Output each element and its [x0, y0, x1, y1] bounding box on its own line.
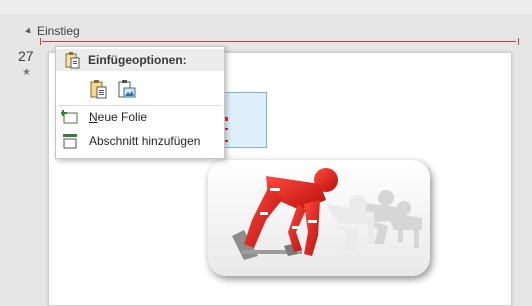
paste-keep-formatting-button[interactable] [88, 78, 110, 100]
paste-as-picture-button[interactable] [116, 78, 138, 100]
slide-picture [208, 160, 430, 276]
runners-illustration [208, 160, 430, 276]
menu-item-new-slide[interactable]: Neue Folie [56, 106, 224, 128]
paste-as-picture-icon [118, 80, 136, 98]
menu-item-add-section[interactable]: Abschnitt hinzufügen [56, 130, 224, 152]
context-menu: Einfügeoptionen: Neue Folie Abschnitt hi… [55, 46, 225, 159]
insertion-marker-line [42, 41, 516, 42]
menu-item-label: Neue Folie [89, 110, 148, 124]
paste-clipboard-icon [63, 51, 81, 69]
section-header[interactable]: Einstieg [25, 22, 80, 40]
top-strip [0, 0, 532, 14]
add-section-icon [61, 132, 79, 150]
paste-keep-formatting-icon [90, 80, 107, 99]
menu-item-label: Abschnitt hinzufügen [89, 134, 201, 148]
section-title: Einstieg [37, 24, 80, 38]
paste-options-row [88, 78, 138, 100]
collapse-triangle-icon[interactable] [25, 27, 33, 36]
slide-transition-star-icon: ★ [22, 67, 31, 78]
paste-options-header: Einfügeoptionen: [56, 49, 224, 71]
insertion-marker-right-tick [514, 38, 519, 45]
insertion-marker-left-tick [40, 38, 45, 45]
slide-number: 27 [18, 48, 34, 64]
paste-options-title: Einfügeoptionen: [88, 53, 187, 67]
new-slide-icon [61, 108, 79, 126]
